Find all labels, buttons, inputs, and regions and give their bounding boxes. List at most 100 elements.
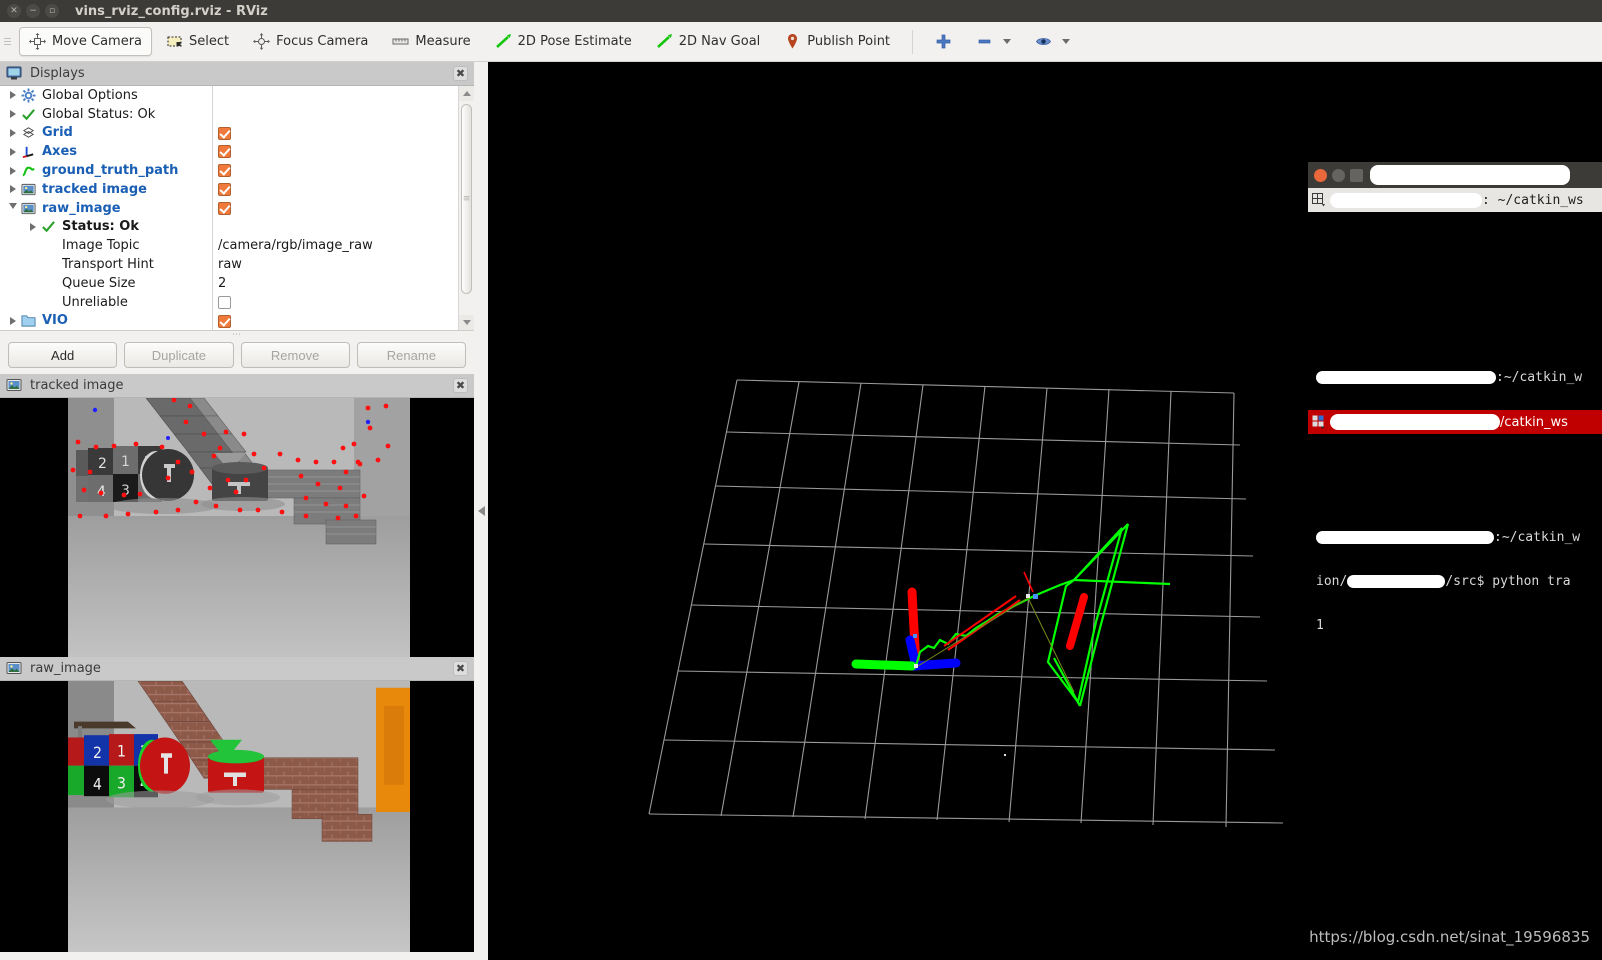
collapse-left-icon[interactable]: [477, 506, 485, 516]
tool-measure[interactable]: Measure: [382, 27, 480, 56]
raw-image-view[interactable]: 2 1 2 4 3 4: [0, 681, 474, 952]
chevron-down-icon[interactable]: [1003, 39, 1012, 44]
tree-item-status-ok[interactable]: Status: Ok: [0, 218, 458, 237]
focus-camera-icon: [253, 33, 271, 50]
visibility-checkbox[interactable]: [218, 201, 231, 215]
tool-select[interactable]: Select: [156, 27, 239, 56]
rename-button[interactable]: Rename: [356, 342, 466, 368]
tree-item-label: Transport Hint: [62, 257, 154, 273]
chevron-right-icon[interactable]: [6, 147, 20, 156]
close-icon[interactable]: ✖: [453, 661, 468, 676]
tool-2d-pose-estimate[interactable]: 2D Pose Estimate: [485, 27, 642, 56]
tree-item-label: ground_truth_path: [42, 163, 179, 179]
plus-icon: [935, 33, 952, 50]
tree-item-image-topic[interactable]: Image Topic/camera/rgb/image_raw: [0, 236, 458, 255]
svg-text:2: 2: [93, 743, 102, 762]
image-icon: [20, 182, 37, 197]
tool-2d-nav-goal[interactable]: 2D Nav Goal: [646, 27, 771, 56]
terminal-grid-icon[interactable]: [1312, 193, 1326, 207]
dock-splitter[interactable]: [474, 62, 488, 960]
tree-item-raw-image[interactable]: raw_image: [0, 199, 458, 218]
visibility-checkbox[interactable]: [218, 126, 231, 140]
add-button[interactable]: Add: [8, 342, 118, 368]
chevron-down-icon[interactable]: [6, 203, 20, 213]
tool-publish-point[interactable]: Publish Point: [774, 27, 900, 56]
maximize-icon[interactable]: ▫: [45, 4, 59, 18]
scrollbar-thumb[interactable]: [461, 104, 472, 294]
tree-item-label: Global Options: [42, 87, 138, 103]
remove-button[interactable]: Remove: [240, 342, 350, 368]
terminal-middle-tabbar[interactable]: /catkin_ws: [1308, 410, 1602, 434]
tree-column-divider[interactable]: [212, 86, 213, 330]
tree-item-axes[interactable]: Axes: [0, 142, 458, 161]
minimize-icon[interactable]: −: [26, 4, 40, 18]
tree-resize-handle[interactable]: ⋯: [0, 330, 474, 340]
tree-item-label: VIO: [42, 313, 68, 329]
chevron-right-icon[interactable]: [6, 316, 20, 325]
tool-move-camera[interactable]: Move Camera: [19, 27, 153, 56]
tool-focus-camera-label: Focus Camera: [276, 34, 369, 49]
add-tool-button[interactable]: [925, 27, 962, 56]
visibility-checkbox[interactable]: [218, 295, 231, 309]
tree-item-global-status-ok[interactable]: Global Status: Ok: [0, 105, 458, 124]
tree-item-transport-hint[interactable]: Transport Hint raw: [0, 255, 458, 274]
chevron-right-icon[interactable]: [6, 185, 20, 194]
image-icon: [20, 201, 37, 216]
redacted-user-host: [1330, 192, 1482, 208]
maximize-icon[interactable]: [1350, 168, 1363, 182]
minimize-icon[interactable]: [1332, 168, 1345, 182]
minus-icon: [976, 33, 993, 50]
tree-item-value[interactable]: raw: [218, 257, 242, 272]
svg-text:1: 1: [117, 742, 126, 761]
scroll-down-icon[interactable]: [459, 315, 474, 330]
page-watermark: https://blog.csdn.net/sinat_19596835: [1309, 928, 1590, 946]
displays-icon: [6, 65, 23, 82]
terminal-top-tabbar[interactable]: : ~/catkin_ws: [1308, 188, 1602, 212]
tree-item-unreliable[interactable]: Unreliable: [0, 293, 458, 312]
duplicate-button[interactable]: Duplicate: [124, 342, 234, 368]
terminal-grid-icon[interactable]: [1312, 415, 1326, 429]
remove-tool-button[interactable]: [966, 27, 1021, 56]
tree-item-vio[interactable]: VIO: [0, 312, 458, 330]
tree-item-global-options[interactable]: Global Options: [0, 86, 458, 105]
chevron-right-icon[interactable]: [6, 91, 20, 100]
tree-item-ground-truth-path[interactable]: ground_truth_path: [0, 161, 458, 180]
visibility-checkbox[interactable]: [218, 164, 231, 178]
toolbar-grip[interactable]: [4, 31, 14, 53]
axes-icon: [20, 144, 37, 159]
close-icon[interactable]: ✖: [453, 66, 468, 81]
terminal-bot-prompt: :~/catkin_w: [1494, 530, 1581, 546]
tool-2d-pose-estimate-label: 2D Pose Estimate: [517, 34, 632, 49]
tree-item-tracked-image[interactable]: tracked image: [0, 180, 458, 199]
tree-item-label: Unreliable: [62, 294, 128, 310]
close-icon[interactable]: [1314, 168, 1327, 182]
tree-item-queue-size[interactable]: Queue Size 2: [0, 274, 458, 293]
tool-focus-camera[interactable]: Focus Camera: [243, 27, 378, 56]
tree-item-label: Axes: [42, 144, 78, 160]
chevron-right-icon[interactable]: [26, 222, 40, 231]
tree-item-value[interactable]: 2: [218, 276, 226, 291]
close-icon[interactable]: ✖: [453, 378, 468, 393]
terminal-window-top[interactable]: : ~/catkin_ws: [1308, 162, 1602, 218]
visibility-checkbox[interactable]: [218, 314, 231, 328]
chevron-down-icon[interactable]: [1062, 39, 1071, 44]
tracked-image-panel-title: tracked image: [30, 378, 124, 393]
displays-scrollbar[interactable]: [458, 86, 474, 330]
terminal-window-bottom[interactable]: :~/catkin_w ion//src$ python tra 1 前进: w…: [1308, 500, 1602, 640]
svg-text:2: 2: [98, 456, 107, 472]
chevron-right-icon[interactable]: [6, 166, 20, 175]
visibility-checkbox[interactable]: [218, 182, 231, 196]
scroll-up-icon[interactable]: [459, 86, 474, 101]
close-icon[interactable]: ✕: [7, 4, 21, 18]
tracked-image-view[interactable]: 2 1 2 4 3 4: [0, 398, 474, 657]
select-icon: [166, 33, 183, 50]
visibility-checkbox[interactable]: [218, 145, 231, 159]
grid-icon: [20, 125, 37, 140]
tree-item-value[interactable]: /camera/rgb/image_raw: [218, 238, 373, 253]
chevron-right-icon[interactable]: [6, 128, 20, 137]
visibility-tool-button[interactable]: [1025, 27, 1080, 56]
chevron-right-icon[interactable]: [6, 110, 20, 119]
tree-item-label: Global Status: Ok: [42, 106, 156, 122]
displays-tree[interactable]: Global Options Global Status: Ok Grid Axes g…: [0, 86, 458, 330]
tree-item-grid[interactable]: Grid: [0, 124, 458, 143]
